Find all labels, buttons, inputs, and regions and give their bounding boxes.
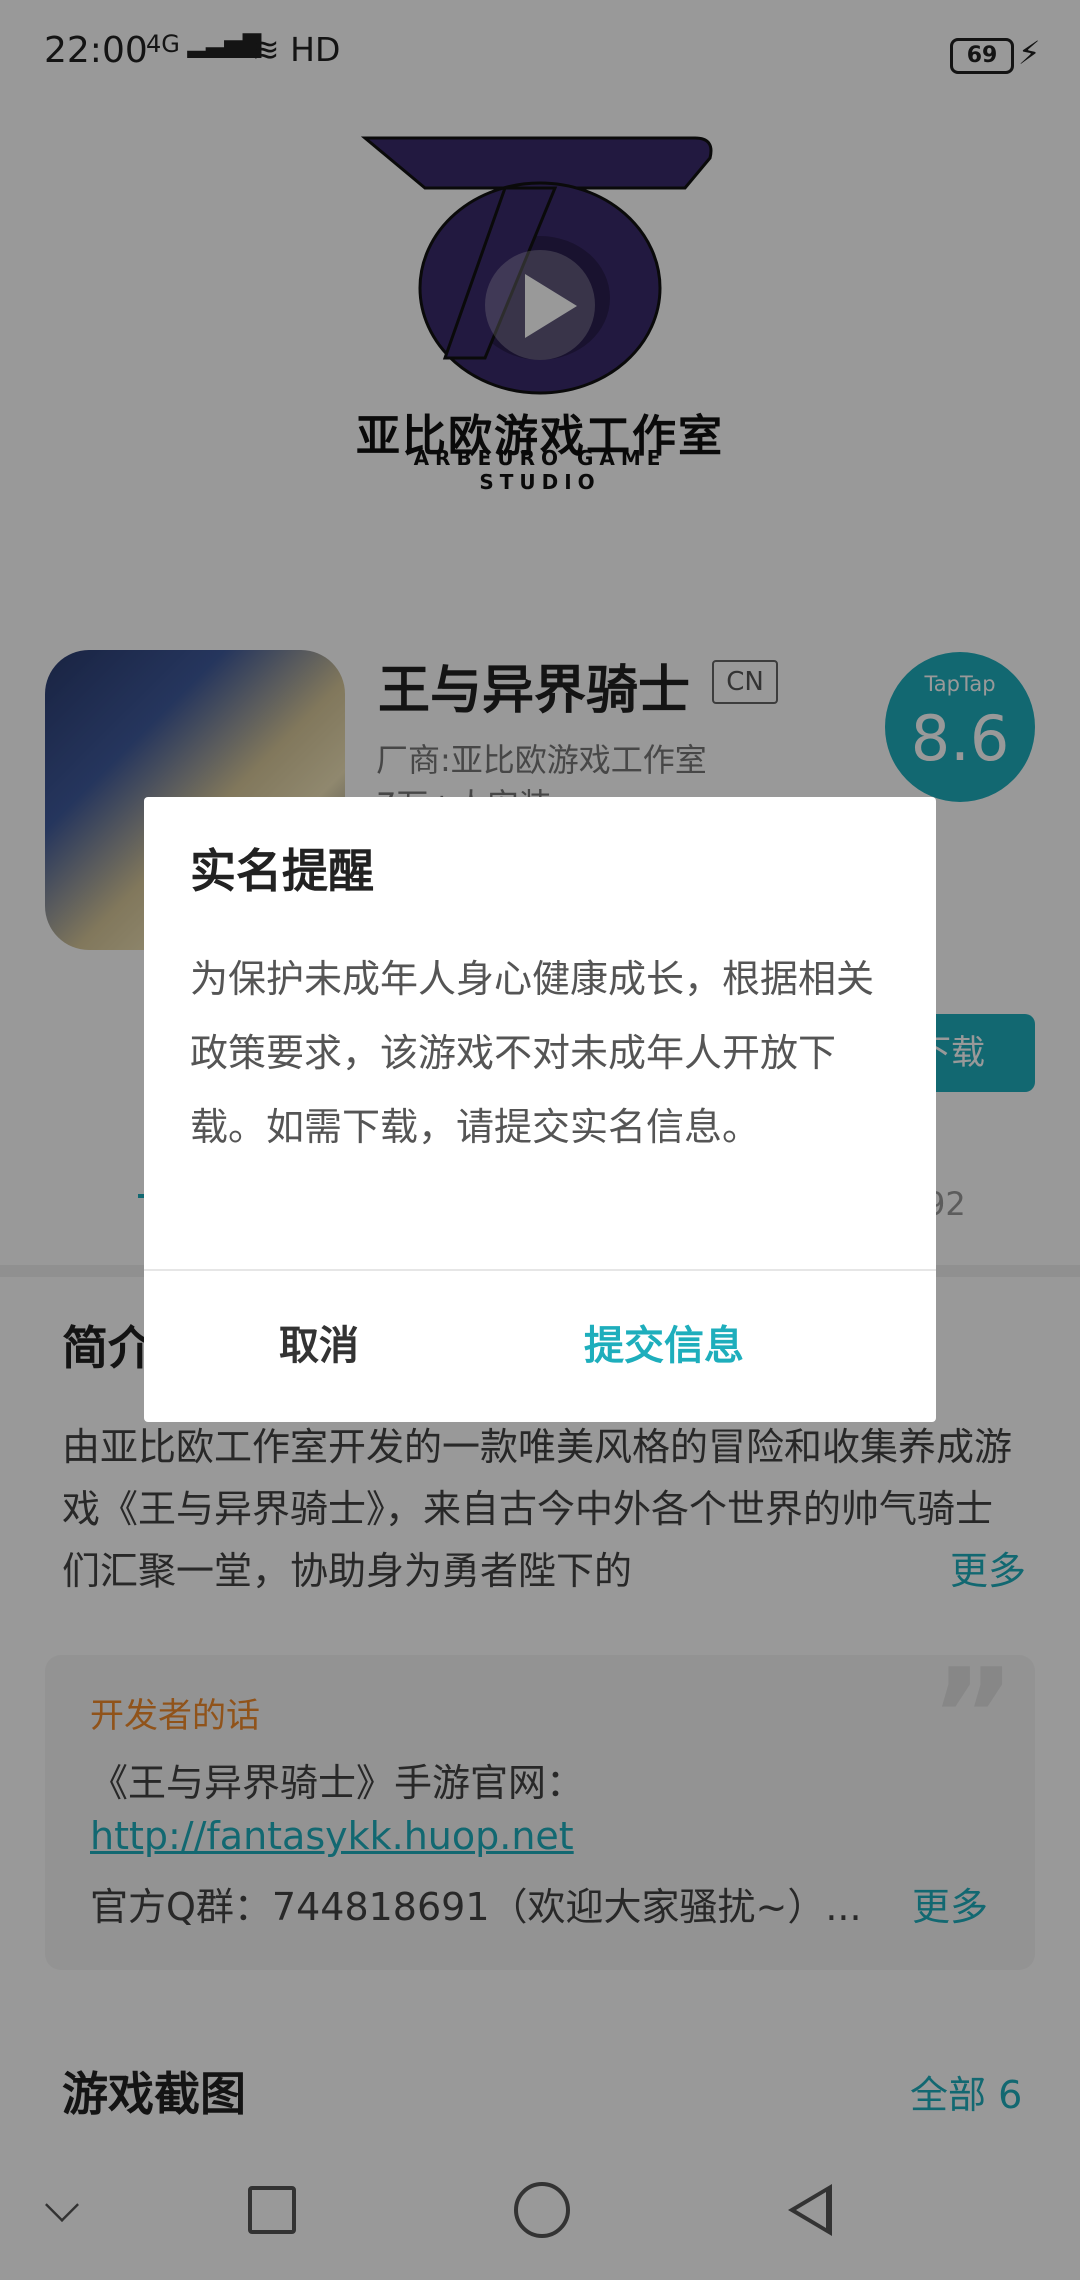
cancel-button[interactable]: 取消 <box>144 1271 494 1422</box>
dialog-title: 实名提醒 <box>190 844 374 898</box>
submit-info-button[interactable]: 提交信息 <box>584 1271 936 1422</box>
real-name-dialog: 实名提醒 为保护未成年人身心健康成长，根据相关政策要求，该游戏不对未成年人开放下… <box>144 797 936 1422</box>
dialog-message: 为保护未成年人身心健康成长，根据相关政策要求，该游戏不对未成年人开放下载。如需下… <box>190 957 875 1149</box>
